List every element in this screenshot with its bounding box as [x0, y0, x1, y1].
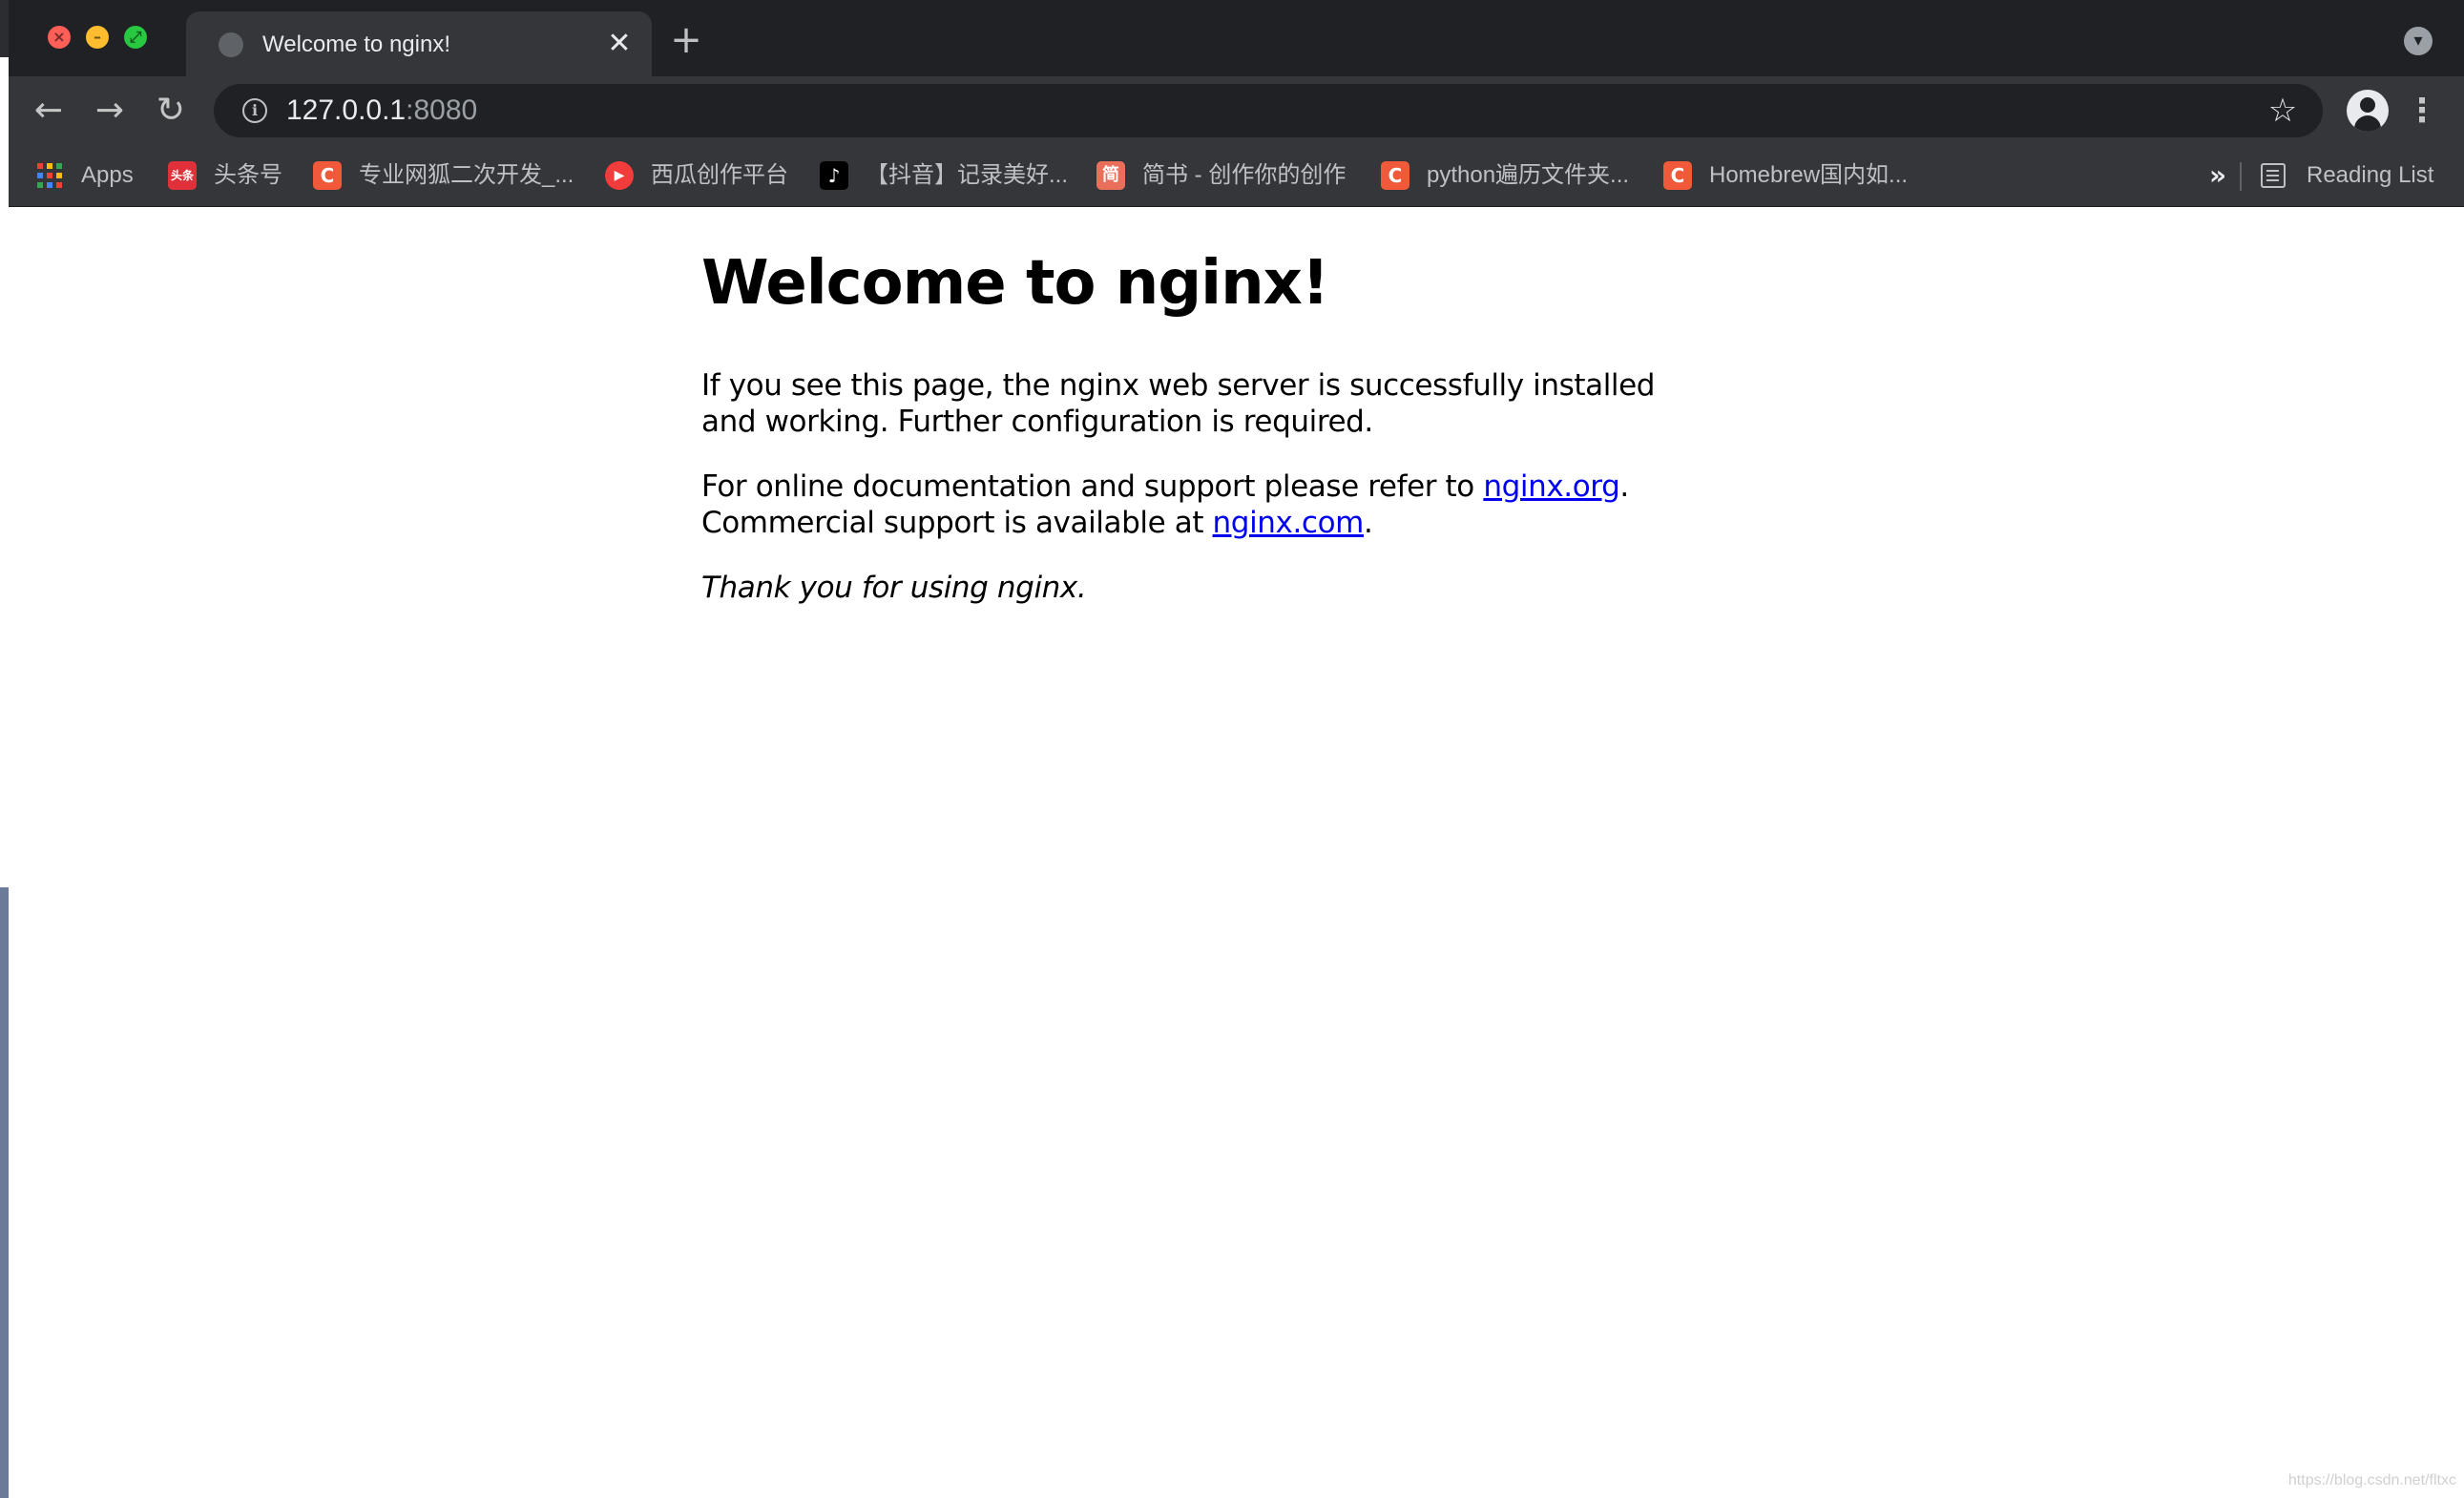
bookmark-douyin[interactable]: ♪ 【抖音】记录美好...: [820, 156, 1068, 195]
tab-search-button[interactable]: ▾: [2404, 27, 2433, 55]
back-button[interactable]: ←: [28, 90, 70, 132]
punct: .: [1363, 506, 1373, 540]
support-paragraph: For online documentation and support ple…: [701, 468, 1694, 541]
toutiao-icon: 头条: [168, 161, 197, 190]
support-text: For online documentation and support ple…: [701, 469, 1484, 504]
bookmark-csdn-3[interactable]: C Homebrew国内如...: [1663, 156, 1908, 195]
csdn-icon: C: [1381, 161, 1409, 190]
bookmark-label: 头条号: [214, 162, 282, 188]
bookmarks-divider: [2240, 162, 2242, 191]
page-title: Welcome to nginx!: [701, 248, 1329, 319]
close-icon: ×: [52, 28, 66, 46]
url-text[interactable]: 127.0.0.1:8080: [286, 94, 477, 128]
bookmarks-bar: Apps 头条 头条号 C 专业网狐二次开发_... ▶ 西瓜创作平台 ♪ 【抖…: [9, 145, 2464, 207]
apps-grid-icon: [37, 163, 62, 188]
bookmark-csdn-2[interactable]: C python遍历文件夹...: [1381, 156, 1629, 195]
bookmarks-overflow-button[interactable]: »: [2203, 156, 2232, 195]
jianshu-icon: 简: [1096, 161, 1125, 190]
window-close-button[interactable]: ×: [48, 26, 71, 49]
bookmark-label: 简书 - 创作你的创作: [1142, 162, 1347, 188]
forward-button[interactable]: →: [89, 90, 131, 132]
tab-strip: × – ⤢ Welcome to nginx! ✕ + ▾: [9, 0, 2464, 76]
person-icon: [2360, 97, 2375, 113]
bookmark-apps[interactable]: Apps: [37, 156, 134, 195]
window-zoom-button[interactable]: ⤢: [124, 26, 147, 49]
globe-icon: [219, 32, 243, 57]
window-minimize-button[interactable]: –: [86, 26, 109, 49]
bookmark-label: 【抖音】记录美好...: [866, 162, 1069, 188]
bookmark-label: 专业网狐二次开发_...: [359, 162, 574, 188]
address-bar[interactable]: i 127.0.0.1:8080 ☆: [214, 84, 2323, 137]
profile-avatar[interactable]: [2347, 90, 2389, 132]
toolbar: ← → ↻ i 127.0.0.1:8080 ☆ ⋮: [9, 76, 2464, 145]
douyin-icon: ♪: [820, 161, 848, 190]
bookmark-xigua[interactable]: ▶ 西瓜创作平台: [605, 156, 788, 195]
tab-active[interactable]: Welcome to nginx! ✕: [186, 11, 652, 76]
bookmark-label: Homebrew国内如...: [1709, 162, 1909, 188]
chevron-down-icon: ▾: [2413, 31, 2423, 51]
bookmark-csdn-1[interactable]: C 专业网狐二次开发_...: [313, 156, 574, 195]
watermark: https://blog.csdn.net/fltxc: [2287, 1472, 2456, 1488]
url-host: 127.0.0.1: [286, 94, 407, 126]
page-viewport: Welcome to nginx! If you see this page, …: [9, 207, 2464, 1498]
reading-list-label: Reading List: [2307, 162, 2434, 188]
person-icon-body: [2354, 115, 2381, 132]
info-icon[interactable]: i: [242, 98, 267, 123]
more-menu-icon[interactable]: ⋮: [2406, 88, 2438, 134]
tab-title: Welcome to nginx!: [262, 31, 450, 57]
commercial-text: Commercial support is available at: [701, 506, 1213, 540]
browser-window: × – ⤢ Welcome to nginx! ✕ + ▾ ← → ↻ i 12…: [9, 0, 2464, 1498]
bookmark-star-icon[interactable]: ☆: [2262, 90, 2304, 132]
screen: × – ⤢ Welcome to nginx! ✕ + ▾ ← → ↻ i 12…: [0, 0, 2464, 1498]
new-tab-button[interactable]: +: [667, 21, 705, 59]
zoom-icon: ⤢: [129, 28, 142, 46]
thanks-text: Thank you for using nginx.: [701, 571, 1087, 605]
xigua-play-icon: ▶: [605, 161, 634, 190]
bookmark-jianshu[interactable]: 简 简书 - 创作你的创作: [1096, 156, 1346, 195]
nginx-welcome-page: Welcome to nginx! If you see this page, …: [701, 243, 1694, 635]
csdn-icon: C: [313, 161, 342, 190]
csdn-icon: C: [1663, 161, 1692, 190]
reading-list-button[interactable]: Reading List: [2261, 156, 2433, 195]
bookmark-label: python遍历文件夹...: [1427, 162, 1630, 188]
reload-button[interactable]: ↻: [150, 90, 192, 132]
nginx-org-link[interactable]: nginx.org: [1483, 469, 1619, 504]
minimize-icon: –: [94, 28, 101, 46]
reading-list-icon: [2261, 163, 2286, 188]
tab-close-button[interactable]: ✕: [602, 27, 637, 61]
bookmark-toutiao[interactable]: 头条 头条号: [168, 156, 282, 195]
url-port: :8080: [406, 94, 478, 126]
punct: .: [1619, 469, 1629, 504]
bookmark-label: Apps: [81, 162, 134, 188]
intro-paragraph: If you see this page, the nginx web serv…: [701, 368, 1656, 439]
background-window-edge: [0, 0, 9, 1498]
nginx-com-link[interactable]: nginx.com: [1213, 506, 1365, 540]
bookmark-label: 西瓜创作平台: [651, 162, 788, 188]
